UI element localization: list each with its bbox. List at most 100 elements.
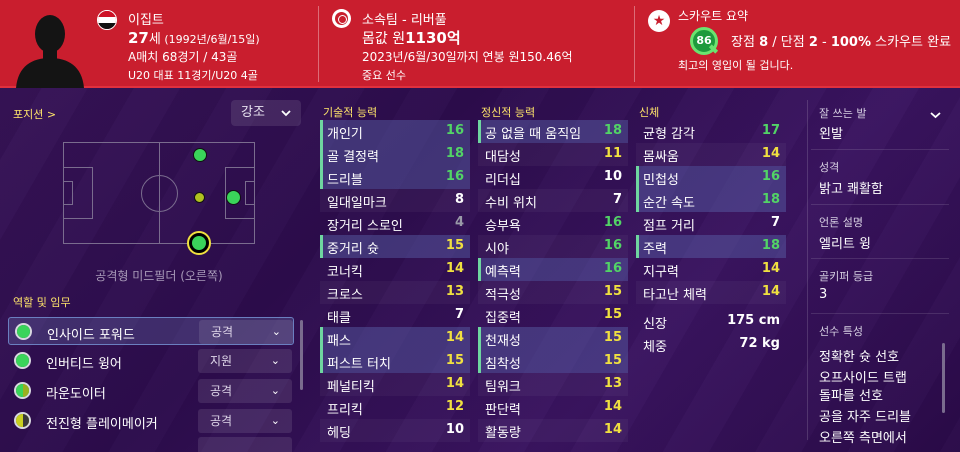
- age-value: 27: [128, 29, 149, 47]
- mental-attributes: 공 없을 때 움직임 18 대담성 11 리더십 10 수비 위치 7 승부욕 16 시야 16 예측력…: [478, 120, 628, 442]
- duty-dropdown[interactable]: 공격 ⌄: [199, 320, 293, 344]
- traits-scrollbar[interactable]: [942, 343, 945, 413]
- attribute-name: 페널티킥: [327, 380, 375, 395]
- attribute-row[interactable]: 패스 14: [320, 327, 470, 350]
- gk-rating-label: 골키퍼 등급: [819, 270, 874, 283]
- roles-scrollbar[interactable]: [300, 320, 303, 390]
- attribute-value: 11: [603, 146, 622, 161]
- attribute-name: 판단력: [485, 403, 521, 418]
- club-name[interactable]: 소속팀 - 리버풀: [362, 9, 447, 28]
- attribute-value: 16: [603, 261, 622, 276]
- attribute-name: 헤딩: [327, 426, 351, 441]
- weight-value: 72 kg: [739, 336, 780, 351]
- highlight-label: 강조: [241, 105, 265, 120]
- attribute-name: 중거리 슛: [327, 242, 379, 257]
- attribute-name: 천재성: [485, 334, 521, 349]
- attribute-row[interactable]: 균형 감각 17: [636, 120, 786, 143]
- attribute-row[interactable]: 시야 16: [478, 235, 628, 258]
- attribute-name: 민첩성: [643, 173, 679, 188]
- attribute-row[interactable]: 크로스 13: [320, 281, 470, 304]
- attribute-row[interactable]: 드리블 16: [320, 166, 470, 189]
- weight-row: 체중 72 kg: [636, 333, 786, 356]
- duty-dropdown[interactable]: 지원 ⌄: [198, 349, 292, 373]
- attribute-row[interactable]: 타고난 체력 14: [636, 281, 786, 304]
- attribute-name: 리더십: [485, 173, 521, 188]
- scout-strengths-count: 8: [759, 35, 769, 50]
- contract-info: 2023년/6월/30일까지 연봉 원150.46억: [362, 50, 573, 64]
- attribute-row[interactable]: 퍼스트 터치 15: [320, 350, 470, 373]
- duty-dropdown[interactable]: [198, 437, 292, 452]
- personality-value: 밝고 쾌활함: [819, 182, 883, 197]
- attribute-row[interactable]: 개인기 16: [320, 120, 470, 143]
- attribute-row[interactable]: 점프 거리 7: [636, 212, 786, 235]
- attribute-row[interactable]: 프리킥 12: [320, 396, 470, 419]
- attribute-name: 예측력: [485, 265, 521, 280]
- attribute-name: 승부욕: [485, 219, 521, 234]
- scout-title[interactable]: 스카우트 요약: [678, 7, 748, 24]
- attribute-row[interactable]: 중거리 슛 15: [320, 235, 470, 258]
- attribute-name: 수비 위치: [485, 196, 537, 211]
- birth-date: (1992년/6월/15일): [160, 33, 260, 46]
- egypt-flag-icon: [97, 10, 117, 30]
- attribute-name: 대담성: [485, 150, 521, 165]
- attribute-name: 주력: [643, 242, 667, 257]
- attribute-row[interactable]: 골 결정력 18: [320, 143, 470, 166]
- attribute-row[interactable]: 적극성 15: [478, 281, 628, 304]
- role-name: 인사이드 포워드: [47, 328, 135, 343]
- attribute-row[interactable]: 공 없을 때 움직임 18: [478, 120, 628, 143]
- nationality[interactable]: 이집트: [128, 9, 164, 28]
- attribute-value: 12: [445, 399, 464, 414]
- attribute-value: 7: [770, 215, 780, 230]
- chevron-down-icon[interactable]: [930, 111, 941, 119]
- attribute-name: 태클: [327, 311, 351, 326]
- player-header: 이집트 27세 (1992년/6월/15일) A매치 68경기 / 43골 U2…: [0, 0, 960, 88]
- attribute-row[interactable]: 장거리 스로인 4: [320, 212, 470, 235]
- chevron-down-icon: ⌄: [271, 325, 281, 338]
- media-label: 언론 설명: [819, 216, 863, 229]
- player-profile-screen: 이집트 27세 (1992년/6월/15일) A매치 68경기 / 43골 U2…: [0, 0, 960, 452]
- attribute-row[interactable]: 침착성 15: [478, 350, 628, 373]
- age-line: 27세 (1992년/6월/15일): [128, 28, 260, 47]
- attribute-row[interactable]: 순간 속도 18: [636, 189, 786, 212]
- role-row[interactable]: 인버티드 윙어 지원 ⌄: [8, 347, 294, 375]
- attribute-row[interactable]: 태클 7: [320, 304, 470, 327]
- attribute-row[interactable]: 천재성 15: [478, 327, 628, 350]
- value-amount: 1130억: [405, 29, 461, 47]
- role-row[interactable]: 라운도이터 공격 ⌄: [8, 377, 294, 405]
- duty-dropdown[interactable]: 공격 ⌄: [198, 409, 292, 433]
- duty-dropdown[interactable]: 공격 ⌄: [198, 379, 292, 403]
- attribute-row[interactable]: 예측력 16: [478, 258, 628, 281]
- position-link[interactable]: 포지션 >: [13, 106, 56, 122]
- attribute-row[interactable]: 리더십 10: [478, 166, 628, 189]
- attribute-row[interactable]: 판단력 14: [478, 396, 628, 419]
- role-row[interactable]: [8, 437, 294, 452]
- attribute-row[interactable]: 팀워크 13: [478, 373, 628, 396]
- highlight-dropdown[interactable]: 강조: [231, 100, 301, 126]
- attribute-row[interactable]: 헤딩 10: [320, 419, 470, 442]
- attribute-name: 패스: [327, 334, 351, 349]
- trait-item: 오른쪽 측면에서: [819, 431, 907, 446]
- attribute-row[interactable]: 승부욕 16: [478, 212, 628, 235]
- attribute-row[interactable]: 주력 18: [636, 235, 786, 258]
- attribute-row[interactable]: 코너킥 14: [320, 258, 470, 281]
- role-row[interactable]: 인사이드 포워드 공격 ⌄: [8, 317, 294, 345]
- scout-percent: 100%: [830, 35, 871, 50]
- attribute-row[interactable]: 수비 위치 7: [478, 189, 628, 212]
- attribute-row[interactable]: 대담성 11: [478, 143, 628, 166]
- attribute-name: 몸싸움: [643, 150, 679, 165]
- attribute-value: 14: [603, 399, 622, 414]
- attribute-row[interactable]: 활동량 14: [478, 419, 628, 442]
- attribute-row[interactable]: 민첩성 16: [636, 166, 786, 189]
- attribute-name: 침착성: [485, 357, 521, 372]
- attribute-name: 개인기: [327, 127, 363, 142]
- attribute-row[interactable]: 집중력 15: [478, 304, 628, 327]
- attribute-row[interactable]: 지구력 14: [636, 258, 786, 281]
- role-row[interactable]: 전진형 플레이메이커 공격 ⌄: [8, 407, 294, 435]
- attribute-row[interactable]: 페널티킥 14: [320, 373, 470, 396]
- chevron-down-icon: ⌄: [270, 414, 280, 427]
- scout-sep: -: [817, 35, 831, 50]
- attribute-row[interactable]: 몸싸움 14: [636, 143, 786, 166]
- role-name: 전진형 플레이메이커: [46, 417, 158, 432]
- attribute-value: 18: [445, 146, 464, 161]
- attribute-row[interactable]: 일대일마크 8: [320, 189, 470, 212]
